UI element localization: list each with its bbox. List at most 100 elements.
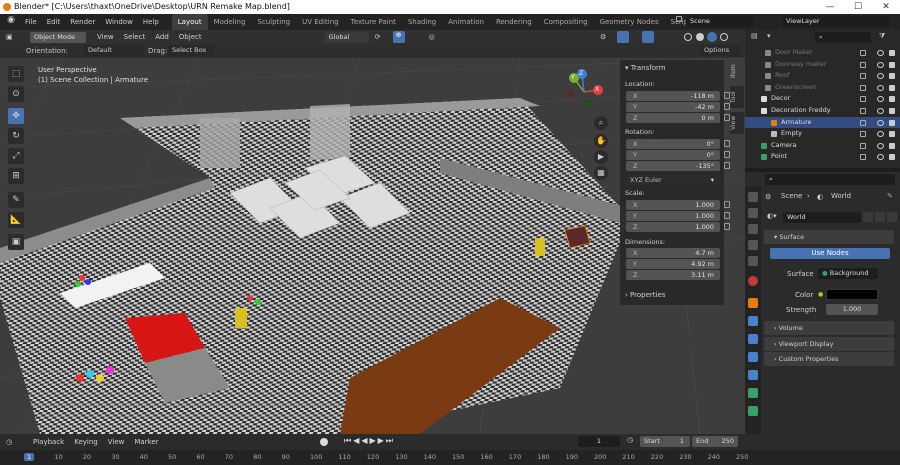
shading-material-icon[interactable] [707,32,717,42]
dimensions-x-field[interactable]: X 4.7 m [626,248,720,258]
camera-view-icon[interactable]: ▶ [594,150,608,164]
tab-layout[interactable]: Layout [171,14,208,30]
navigation-gizmo[interactable]: Z X Y [562,66,610,114]
add-cube-tool-icon[interactable]: ▣ [8,234,24,250]
surface-shader-select[interactable]: ● Background [818,268,878,279]
rotation-x-field[interactable]: X 0° [626,139,730,149]
outliner-row[interactable]: Armature [745,116,900,129]
volume-panel-header[interactable]: › Volume [764,321,894,335]
outliner-row[interactable]: Empty [745,128,900,140]
tab-animation[interactable]: Animation [442,14,490,30]
camera-icon[interactable] [889,61,895,68]
outliner-filter-icon[interactable]: ▾ [767,32,771,40]
output-props-icon[interactable] [748,224,758,234]
measure-tool-icon[interactable]: 📐 [8,212,24,228]
outliner-row[interactable]: Roof [745,70,900,82]
exclude-checkbox[interactable] [860,73,866,80]
eye-icon[interactable] [877,154,884,161]
snap-icon[interactable]: ⊕ [392,31,405,43]
select-tool-icon[interactable]: ⬚ [8,66,24,82]
location-y-field[interactable]: Y -42 m [626,102,730,112]
tab-modeling[interactable]: Modeling [208,14,252,30]
new-world-icon[interactable] [875,212,885,222]
scale-x-field[interactable]: X 1.000 [626,200,730,210]
eye-icon[interactable] [877,73,884,80]
world-props-icon[interactable] [748,276,758,286]
drag-selector[interactable]: Select Box [168,45,214,56]
fake-user-icon[interactable] [863,212,873,222]
move-tool-icon[interactable]: ✥ [8,108,24,124]
editor-type-icon[interactable]: ▣ [6,33,18,41]
xray-toggle[interactable] [642,31,654,43]
rotation-mode-select[interactable]: XYZ Euler ▾ [626,175,720,185]
eye-icon[interactable] [877,142,884,149]
tab-rendering[interactable]: Rendering [490,14,538,30]
start-frame-field[interactable]: Start 1 [640,436,690,447]
tab-shading[interactable]: Shading [402,14,442,30]
outliner-search-input[interactable]: ⌕ [815,32,871,43]
tab-view[interactable]: View [730,112,744,134]
menu-marker[interactable]: Marker [129,438,163,446]
current-frame-field[interactable]: 1 [578,436,620,447]
transform-tool-icon[interactable]: ⊞ [8,168,24,184]
location-x-field[interactable]: X -118 m [626,91,730,101]
record-button[interactable] [320,438,328,446]
surface-panel-header[interactable]: ▾ Surface [764,230,894,244]
view-layer-selector[interactable]: ViewLayer [782,16,890,27]
bone-props-icon[interactable] [748,406,758,416]
orientation-selector[interactable]: Default [84,45,144,56]
tab-tool[interactable]: Tool [730,86,744,108]
outliner-row[interactable]: Doorway maker [745,59,900,71]
maximize-button[interactable]: ☐ [844,0,872,14]
eye-icon[interactable] [877,131,884,138]
dimensions-z-field[interactable]: Z 3.11 m [626,270,720,280]
menu-playback[interactable]: Playback [28,438,69,446]
camera-icon[interactable] [889,73,895,80]
menu-edit[interactable]: Edit [42,18,66,26]
color-swatch[interactable] [826,289,878,300]
exclude-checkbox[interactable] [860,50,866,56]
eye-icon[interactable] [877,61,884,68]
exclude-checkbox[interactable] [860,96,866,103]
lock-icon[interactable] [724,212,730,219]
camera-icon[interactable] [889,96,895,103]
exclude-checkbox[interactable] [860,84,866,91]
lock-icon[interactable] [724,201,730,208]
end-frame-field[interactable]: End 250 [692,436,738,447]
menu-help[interactable]: Help [138,18,164,26]
tab-geometry-nodes[interactable]: Geometry Nodes [594,14,665,30]
camera-icon[interactable] [889,108,895,114]
tab-item[interactable]: Item [730,60,744,82]
outliner-row[interactable]: Door Maker [745,47,900,59]
tool-props-icon[interactable] [748,192,758,202]
eye-icon[interactable] [877,119,884,126]
exclude-checkbox[interactable] [860,154,866,161]
exclude-checkbox[interactable] [860,61,866,68]
menu-view-timeline[interactable]: View [103,438,130,446]
exclude-checkbox[interactable] [860,119,866,126]
menu-add[interactable]: Add [150,33,174,41]
scale-y-field[interactable]: Y 1.000 [626,211,730,221]
shading-solid-icon[interactable] [696,33,704,41]
exclude-checkbox[interactable] [860,131,866,138]
cursor-tool-icon[interactable]: ⊙ [8,86,24,102]
shading-wireframe-icon[interactable] [684,33,692,41]
tab-compositing[interactable]: Compositing [538,14,594,30]
transform-orientation[interactable]: Global [324,31,369,43]
mode-selector[interactable]: Object Mode [30,31,86,43]
custom-properties-panel-header[interactable]: › Custom Properties [764,352,894,366]
camera-icon[interactable] [889,131,895,138]
outliner-row[interactable]: Greenscreen [745,82,900,94]
overlay-toggle[interactable] [617,31,629,43]
world-browse-icon[interactable]: ◐▾ [767,212,777,220]
rotation-z-field[interactable]: Z -135° [626,161,730,171]
dimensions-y-field[interactable]: Y 4.92 m [626,259,720,269]
outliner-row[interactable]: Point [745,151,900,163]
unlink-icon[interactable] [887,212,897,222]
physics-props-icon[interactable] [748,352,758,362]
outliner-editor-icon[interactable]: ▤ [751,32,758,40]
tab-texture-paint[interactable]: Texture Paint [345,14,402,30]
tab-sculpting[interactable]: Sculpting [251,14,296,30]
particles-props-icon[interactable] [748,334,758,344]
object-props-icon[interactable] [748,298,758,308]
